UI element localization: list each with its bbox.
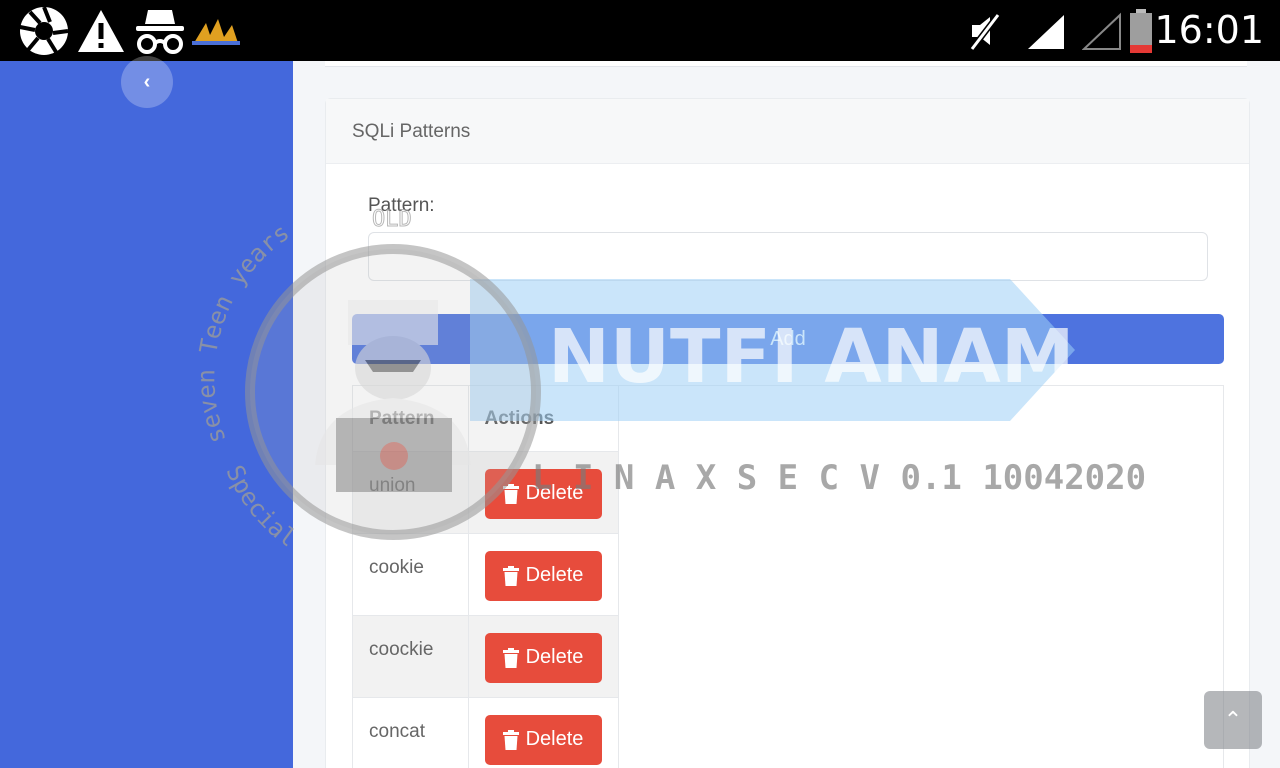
pattern-cell: cookie — [353, 533, 469, 616]
pattern-cell: concat — [353, 697, 469, 768]
add-button[interactable]: Add — [352, 314, 1224, 364]
delete-label: Delete — [525, 646, 584, 668]
table-row: concat Delete — [353, 697, 619, 768]
table-header-row: Pattern Actions — [353, 386, 619, 452]
trash-icon — [502, 729, 519, 750]
pattern-label: Pattern: — [368, 195, 435, 216]
status-bar: 16:01 — [0, 0, 1280, 61]
incognito-icon — [132, 0, 188, 61]
previous-card-edge — [325, 61, 1247, 67]
chevron-up-icon: ⌃ — [1223, 707, 1243, 732]
delete-button[interactable]: Delete — [484, 632, 602, 683]
column-header-actions: Actions — [468, 386, 619, 452]
app-notification-icon — [188, 0, 244, 61]
pattern-cell: coockie — [353, 615, 469, 698]
battery-low-icon — [1128, 0, 1154, 61]
pattern-input[interactable] — [368, 232, 1208, 281]
signal-empty-icon — [1082, 0, 1122, 61]
delete-button[interactable]: Delete — [484, 714, 602, 765]
delete-label: Delete — [525, 482, 584, 504]
scroll-to-top-button[interactable]: ⌃ — [1204, 691, 1262, 749]
patterns-table: Pattern Actions union Delete cookie Dele… — [352, 385, 1224, 768]
sidebar: ‹ — [0, 56, 293, 768]
main-content: SQLi Patterns Pattern: Add Pattern Actio… — [293, 61, 1280, 768]
sidebar-toggle-button[interactable]: ‹ — [121, 56, 173, 108]
table-row: cookie Delete — [353, 533, 619, 616]
delete-label: Delete — [525, 564, 584, 586]
sqli-patterns-card: SQLi Patterns Pattern: Add Pattern Actio… — [325, 98, 1250, 768]
trash-icon — [502, 647, 519, 668]
chevron-left-icon: ‹ — [143, 70, 151, 93]
mute-icon — [966, 0, 1002, 61]
pattern-cell: union — [353, 451, 469, 534]
table-row: coockie Delete — [353, 615, 619, 698]
column-header-pattern: Pattern — [353, 386, 469, 452]
clock: 16:01 — [1154, 8, 1264, 52]
delete-button[interactable]: Delete — [484, 550, 602, 601]
aperture-icon — [16, 0, 72, 61]
signal-icon — [1026, 0, 1066, 61]
delete-label: Delete — [525, 728, 584, 750]
warning-icon — [76, 0, 126, 61]
trash-icon — [502, 565, 519, 586]
card-title: SQLi Patterns — [326, 99, 1249, 164]
trash-icon — [502, 483, 519, 504]
table-row: union Delete — [353, 451, 619, 534]
delete-button[interactable]: Delete — [484, 468, 602, 519]
